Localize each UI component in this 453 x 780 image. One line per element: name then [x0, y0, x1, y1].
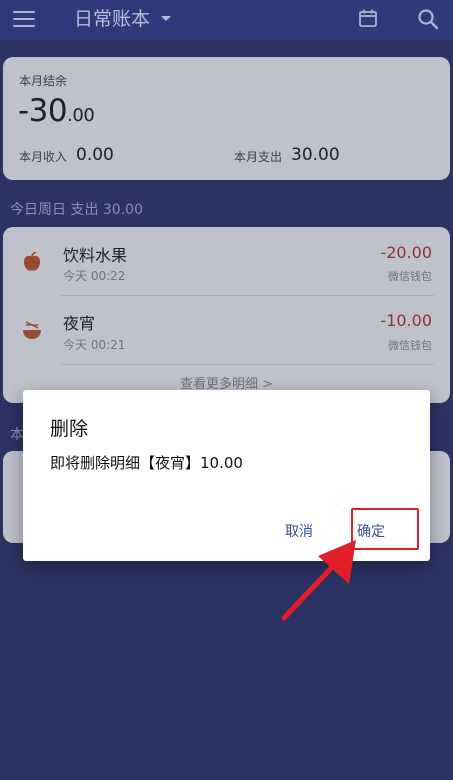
app-bar: 日常账本 [0, 0, 453, 40]
menu-icon[interactable] [13, 11, 35, 27]
calendar-icon[interactable] [358, 8, 378, 28]
apple-icon [23, 251, 41, 271]
item-amount: -10.00 [380, 311, 432, 330]
ledger-title[interactable]: 日常账本 [74, 6, 150, 32]
today-list-card: 饮料水果 今天 00:22 -20.00 微信钱包 夜宵 今天 00:21 -1… [3, 227, 450, 403]
item-name: 夜宵 [63, 314, 96, 333]
monthly-balance-label: 本月结余 [19, 74, 68, 88]
delete-dialog: 删除 即将删除明细【夜宵】10.00 取消 确定 [23, 390, 430, 561]
monthly-summary-card: 本月结余 -30.00 本月收入 0.00 本月支出 30.00 [3, 57, 450, 180]
monthly-income-value: 0.00 [76, 145, 114, 165]
search-icon[interactable] [417, 8, 439, 30]
month-section-header: 本 [10, 427, 24, 443]
today-section-header: 今日周日 支出 30.00 [10, 202, 143, 218]
dialog-message: 即将删除明细【夜宵】10.00 [50, 454, 243, 472]
monthly-income-label: 本月收入 [19, 150, 68, 164]
noodle-bowl-icon [23, 321, 41, 339]
caret-down-icon[interactable] [161, 16, 171, 21]
item-amount: -20.00 [380, 243, 432, 262]
item-account: 微信钱包 [388, 339, 432, 352]
row-divider [61, 364, 434, 365]
dialog-title: 删除 [50, 418, 89, 440]
item-account: 微信钱包 [388, 270, 432, 283]
item-time: 今天 00:21 [63, 338, 126, 352]
item-time: 今天 00:22 [63, 269, 126, 283]
confirm-highlight-box [351, 508, 419, 550]
monthly-expense-value: 30.00 [291, 145, 340, 165]
row-divider [61, 295, 434, 296]
monthly-expense-label: 本月支出 [234, 150, 283, 164]
monthly-balance-value: -30.00 [18, 93, 95, 129]
item-name: 饮料水果 [63, 246, 128, 265]
cancel-button[interactable]: 取消 [285, 521, 313, 541]
